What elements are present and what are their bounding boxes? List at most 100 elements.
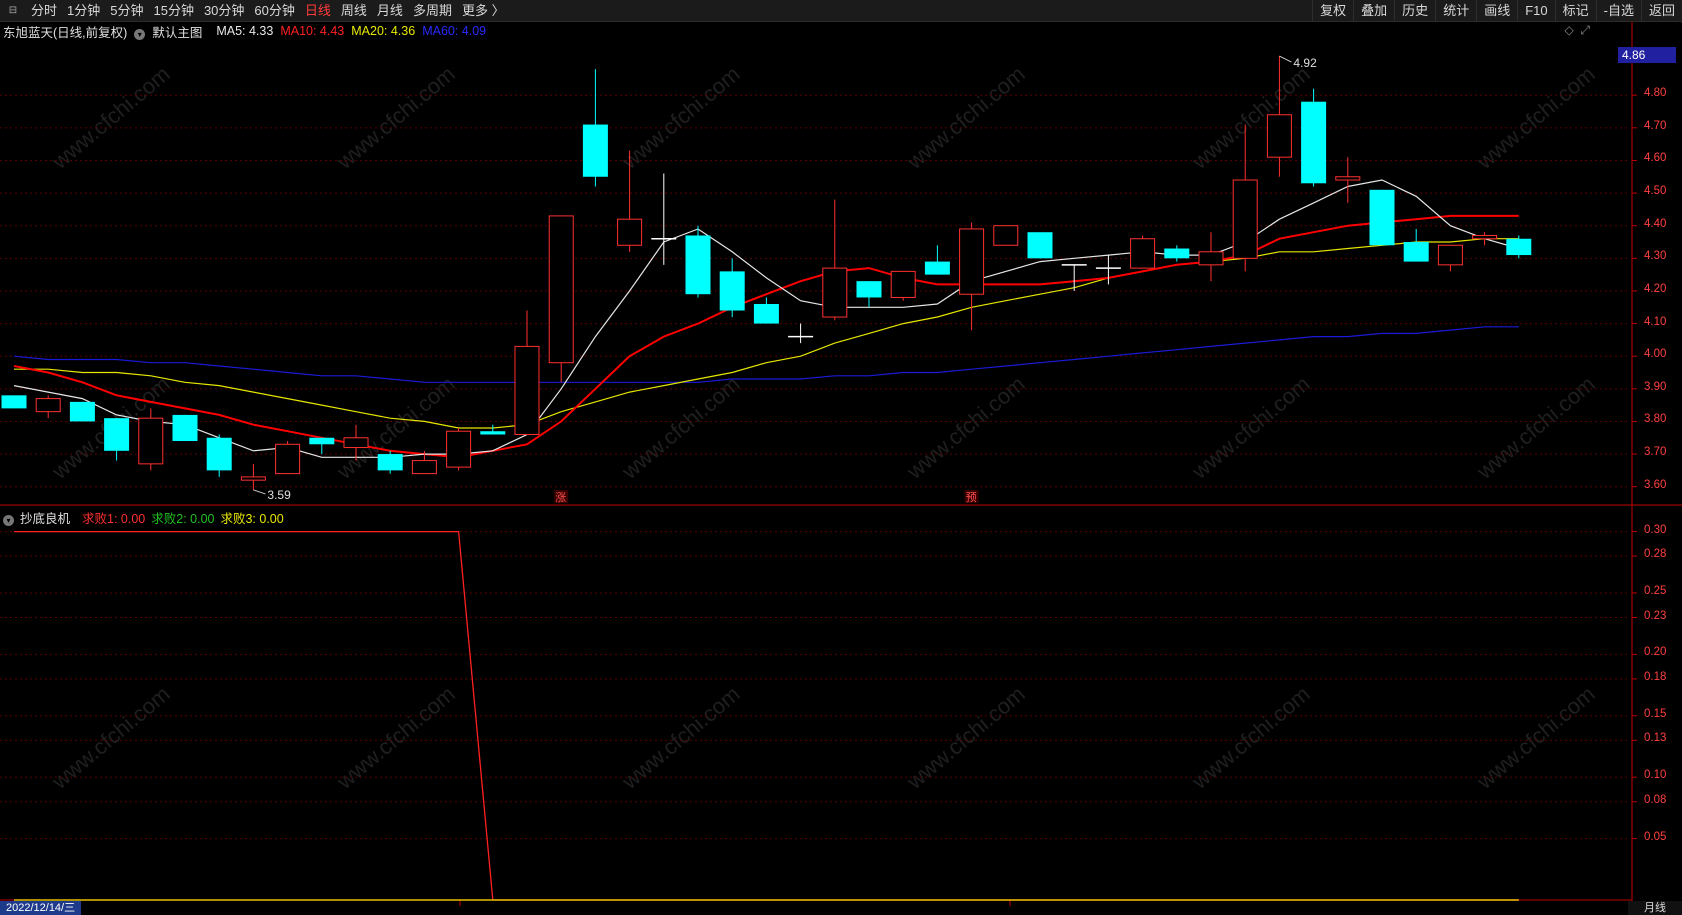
sub-tick-label: 0.20	[1644, 646, 1667, 659]
price-tick-label: 3.60	[1644, 478, 1667, 491]
candle	[377, 450, 403, 474]
sub-tick-label: 0.15	[1644, 707, 1667, 720]
candle	[1061, 264, 1087, 291]
candle	[1130, 235, 1156, 269]
marker-yu: 预	[966, 491, 977, 504]
candle-body	[1369, 189, 1395, 246]
candle	[480, 424, 506, 435]
candle	[788, 323, 814, 344]
candle	[1164, 245, 1190, 262]
price-tick-label: 4.20	[1644, 282, 1667, 295]
candle	[822, 199, 848, 321]
watermark-text: www.cfchi.com	[901, 371, 1029, 484]
price-tick-label: 4.00	[1644, 348, 1667, 361]
high-pointer	[1279, 55, 1292, 63]
candle-body	[582, 124, 608, 177]
candle-body	[1403, 242, 1429, 262]
watermark-text: www.cfchi.com	[1471, 371, 1599, 484]
candle-body	[1301, 101, 1327, 184]
candle-body	[856, 281, 882, 298]
candle-body	[343, 437, 369, 449]
candle-body	[104, 418, 130, 451]
labels-layer: 4.92 3.59 涨 预	[253, 55, 1317, 504]
candle	[1027, 232, 1053, 259]
price-tick-label: 4.70	[1644, 119, 1667, 132]
candle	[1198, 232, 1224, 282]
candle	[548, 215, 574, 383]
sub-tick-label: 0.23	[1644, 609, 1667, 622]
candle-body	[240, 476, 266, 481]
low-label: 3.59	[267, 488, 291, 502]
candle-body	[1437, 244, 1463, 266]
candle	[856, 281, 882, 308]
candle-body	[1164, 248, 1190, 259]
candle-body	[35, 398, 61, 413]
candle-body	[377, 454, 403, 471]
candle-body	[411, 460, 437, 475]
candle-body	[1472, 234, 1498, 240]
current-price-tag: 4.86	[1618, 47, 1676, 63]
candle-body	[1232, 179, 1258, 259]
watermark-text: www.cfchi.com	[616, 371, 744, 484]
candle-body	[959, 228, 985, 295]
candle	[1506, 235, 1532, 259]
sub-tick-label: 0.25	[1644, 584, 1667, 597]
candle	[1369, 189, 1395, 246]
candle	[240, 463, 266, 490]
candle	[1437, 244, 1463, 272]
candle	[138, 408, 164, 471]
sub-tick-label: 0.08	[1644, 793, 1667, 806]
candle	[1232, 124, 1258, 272]
candle	[206, 434, 232, 477]
sub-tick-label: 0.30	[1644, 523, 1667, 536]
candle	[685, 225, 711, 298]
price-tick-label: 4.80	[1644, 87, 1667, 100]
candle-body	[1198, 251, 1224, 266]
candle	[1, 395, 27, 409]
candle-body	[1335, 176, 1361, 181]
candle-body	[514, 345, 540, 435]
candles-layer	[1, 56, 1532, 490]
period-indicator[interactable]: 月线	[1628, 901, 1682, 915]
candle-body	[890, 270, 916, 298]
price-tick-label: 3.80	[1644, 413, 1667, 426]
price-tick-label: 4.60	[1644, 152, 1667, 165]
candle-body	[206, 437, 232, 471]
sub-tick-label: 0.13	[1644, 732, 1667, 745]
price-tick-label: 4.50	[1644, 185, 1667, 198]
candle-body	[1506, 238, 1532, 256]
high-label: 4.92	[1293, 56, 1317, 70]
candle-body	[617, 218, 643, 246]
candle-body	[275, 443, 301, 475]
candle	[993, 225, 1019, 246]
price-tick-label: 4.10	[1644, 315, 1667, 328]
candle-body	[1130, 238, 1156, 269]
kline-chart[interactable]: www.cfchi.com www.cfchi.com www.cfchi.com w…	[0, 0, 1682, 915]
candle-body	[719, 271, 745, 311]
watermark-layer: www.cfchi.com www.cfchi.com www.cfchi.com w…	[46, 61, 1599, 794]
candle	[1335, 157, 1361, 203]
watermark-text: www.cfchi.com	[331, 61, 459, 174]
candle-body	[924, 261, 950, 275]
price-tick-label: 4.40	[1644, 217, 1667, 230]
watermark-text: www.cfchi.com	[901, 61, 1029, 174]
grid-layer	[0, 22, 1682, 915]
candle	[719, 258, 745, 318]
candle-body	[993, 225, 1019, 246]
candle	[514, 310, 540, 435]
candle	[309, 437, 335, 455]
price-tick-label: 4.30	[1644, 250, 1667, 263]
candle	[172, 414, 198, 442]
candle	[35, 395, 61, 419]
candle-body	[446, 430, 472, 468]
candle-body	[172, 414, 198, 442]
ma60-line	[13, 326, 1519, 383]
sub-tick-label: 0.05	[1644, 830, 1667, 843]
candle-body	[138, 417, 164, 465]
candle	[924, 245, 950, 275]
candle	[959, 222, 985, 331]
candle	[890, 270, 916, 301]
candle-body	[309, 437, 335, 445]
watermark-text: www.cfchi.com	[46, 61, 174, 174]
candle	[1472, 232, 1498, 246]
